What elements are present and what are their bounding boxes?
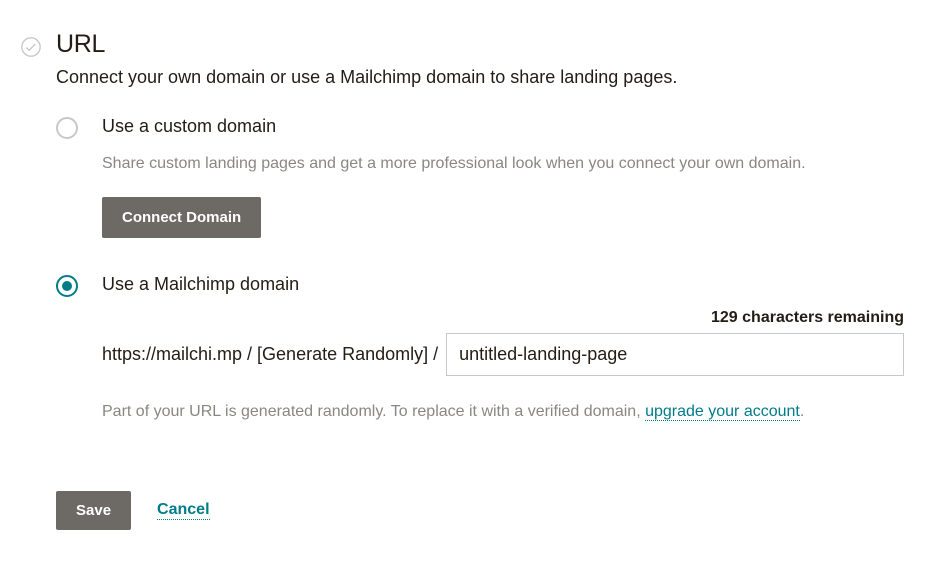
status-check-icon bbox=[20, 36, 42, 58]
mailchimp-domain-label: Use a Mailchimp domain bbox=[102, 274, 904, 295]
url-note: Part of your URL is generated randomly. … bbox=[102, 398, 904, 425]
upgrade-account-link[interactable]: upgrade your account bbox=[645, 403, 800, 421]
cancel-link[interactable]: Cancel bbox=[157, 501, 209, 520]
custom-domain-label: Use a custom domain bbox=[102, 116, 904, 137]
url-note-suffix: . bbox=[800, 403, 804, 420]
chars-remaining: 129 characters remaining bbox=[102, 309, 904, 327]
page-description: Connect your own domain or use a Mailchi… bbox=[56, 67, 904, 88]
url-prefix: https://mailchi.mp / [Generate Randomly]… bbox=[102, 344, 438, 365]
connect-domain-button[interactable]: Connect Domain bbox=[102, 197, 261, 238]
custom-domain-help: Share custom landing pages and get a mor… bbox=[102, 151, 904, 177]
save-button[interactable]: Save bbox=[56, 491, 131, 530]
url-note-prefix: Part of your URL is generated randomly. … bbox=[102, 403, 645, 420]
radio-custom-domain[interactable] bbox=[56, 117, 78, 139]
radio-mailchimp-domain[interactable] bbox=[56, 275, 78, 297]
page-title: URL bbox=[56, 30, 904, 59]
slug-input[interactable] bbox=[446, 333, 904, 376]
